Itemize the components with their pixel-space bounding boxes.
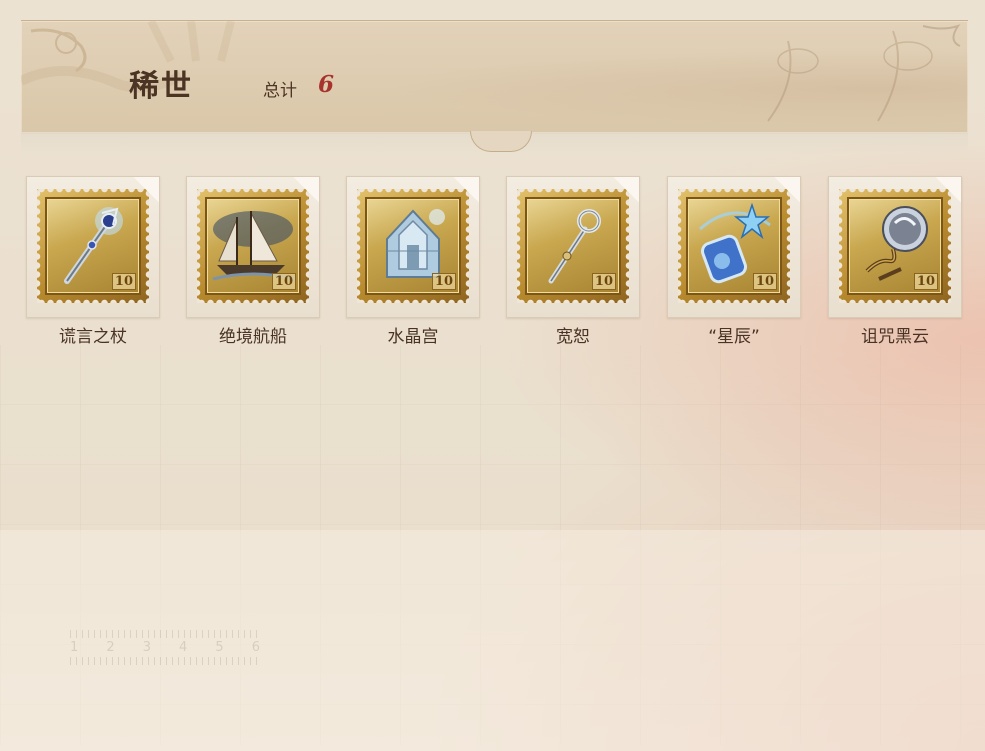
ruler-number: 4 (179, 640, 188, 655)
stamp-frame: 10 (839, 189, 951, 303)
total-label: 总计 (263, 81, 297, 101)
collection-item[interactable]: 10 绝境航船 (186, 176, 320, 347)
collection-item[interactable]: 10 谎言之杖 (26, 176, 160, 347)
stamp-card: 10 (346, 176, 480, 318)
stamp-value: 10 (752, 273, 777, 290)
stamp-card: 10 (667, 176, 801, 318)
stamp-card: 10 (186, 176, 320, 318)
stamp-card: 10 (26, 176, 160, 318)
total-count: 6 (318, 71, 335, 98)
stamp-artwork: 10 (365, 197, 461, 295)
stamp-artwork: 10 (686, 197, 782, 295)
collection-item[interactable]: 10 宽恕 (506, 176, 640, 347)
item-name: 绝境航船 (219, 327, 287, 347)
item-name: 宽恕 (556, 327, 590, 347)
stamp-frame: 10 (517, 189, 629, 303)
stamp-frame: 10 (197, 189, 309, 303)
item-name: 诅咒黑云 (861, 327, 929, 347)
ruler-number: 6 (251, 640, 260, 655)
stamp-value: 10 (431, 273, 456, 290)
stamp-artwork: 10 (45, 197, 141, 295)
stamp-card: 10 (828, 176, 962, 318)
stamp-artwork: 10 (205, 197, 301, 295)
stamp-value: 10 (111, 273, 136, 290)
stamp-frame: 10 (357, 189, 469, 303)
item-name: “星辰” (708, 327, 760, 347)
category-title: 稀世 (129, 69, 193, 104)
item-name: 谎言之杖 (59, 327, 127, 347)
ruler-number: 1 (70, 640, 79, 655)
stamp-value: 10 (271, 273, 296, 290)
stamp-card: 10 (506, 176, 640, 318)
ruler-ticks-lower (70, 657, 260, 665)
faded-ruler: 1 2 3 4 5 6 (70, 630, 260, 670)
stamp-frame: 10 (37, 189, 149, 303)
stamp-artwork: 10 (525, 197, 621, 295)
stamp-frame: 10 (678, 189, 790, 303)
collection-item[interactable]: 10 诅咒黑云 (828, 176, 962, 347)
header-ornament-right (767, 24, 961, 122)
stamp-artwork: 10 (847, 197, 943, 295)
ruler-number: 2 (106, 640, 115, 655)
ruler-number: 5 (215, 640, 224, 655)
collection-item[interactable]: 10 水晶宫 (346, 176, 480, 347)
category-header: 稀世 总计 6 (21, 20, 968, 134)
ruler-ticks (70, 630, 260, 638)
stamp-value: 10 (591, 273, 616, 290)
ruler-number: 3 (142, 640, 151, 655)
item-name: 水晶宫 (387, 327, 439, 347)
ruler-numbers: 1 2 3 4 5 6 (70, 638, 260, 657)
collection-item[interactable]: 10 “星辰” (667, 176, 801, 347)
stamp-value: 10 (913, 273, 938, 290)
